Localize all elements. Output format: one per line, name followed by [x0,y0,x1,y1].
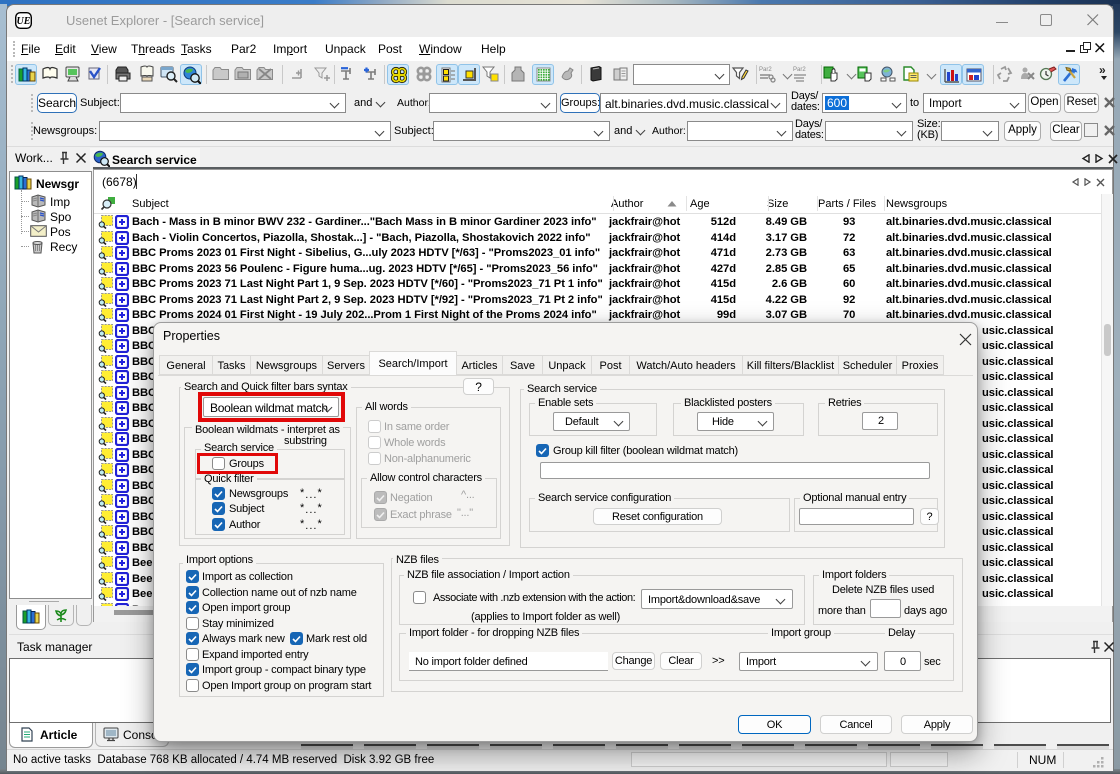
svg-text:Par2: Par2 [793,67,806,73]
svg-text:Par2: Par2 [759,67,772,73]
svg-text:UE: UE [17,16,31,27]
